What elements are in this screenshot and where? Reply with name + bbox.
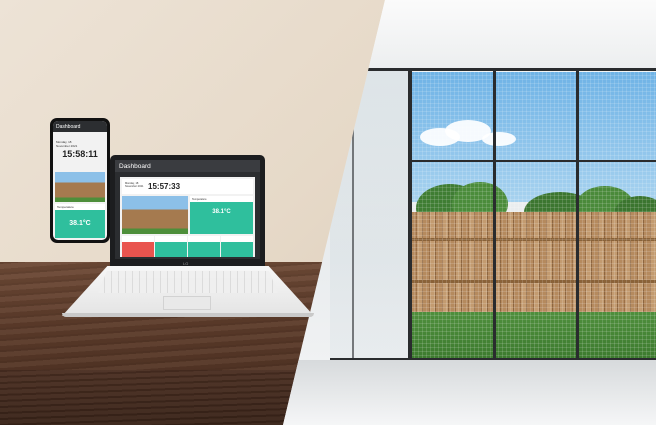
laptop-front-edge	[62, 313, 314, 317]
laptop-temperature-tile: Temperature 38.1°C	[190, 196, 253, 234]
office-floor	[283, 360, 656, 425]
phone-camera-feed	[55, 172, 105, 202]
laptop-touchpad	[163, 296, 211, 310]
laptop-clock-card: Monday, 18 November 2021 15:57:33	[122, 179, 253, 194]
phone-dashboard-title: Dashboard	[56, 123, 81, 130]
laptop-date: Monday, 18 November 2021	[125, 182, 147, 188]
phone-date-line2: November 2021	[56, 143, 78, 148]
phone-date: Monday, 18 November 2021	[56, 140, 78, 148]
laptop-camera-feed	[122, 196, 188, 234]
status-tile	[122, 236, 154, 257]
scene: Dashboard Monday, 18 November 2021 15:57…	[0, 0, 656, 425]
status-tile-ok	[155, 242, 187, 257]
window-transom	[410, 160, 656, 162]
laptop-temperature-label: Temperature	[190, 196, 253, 202]
laptop-title-bar: Dashboard	[115, 160, 260, 172]
laptop-status-tiles	[122, 236, 253, 257]
status-tile	[155, 236, 187, 257]
laptop-date-line2: November 2021	[125, 185, 144, 189]
smartphone: Dashboard Monday, 18 November 2021 15:58…	[50, 118, 110, 243]
status-tile	[221, 236, 253, 257]
window-mullion	[408, 68, 412, 362]
phone-clock-time: 15:58:11	[62, 149, 98, 159]
laptop-screen: Dashboard Monday, 18 November 2021 15:57…	[110, 155, 265, 267]
transparent-display-mesh	[410, 70, 656, 360]
status-tile	[188, 236, 220, 257]
laptop-temperature-value: 38.1°C	[212, 209, 231, 215]
phone-temperature-label: Temperature	[55, 204, 105, 210]
status-tile-alert	[122, 242, 154, 257]
window-mullion	[493, 68, 496, 362]
laptop-dashboard: Dashboard Monday, 18 November 2021 15:57…	[115, 160, 260, 259]
status-tile-ok	[188, 242, 220, 257]
status-tile-ok	[221, 242, 253, 257]
phone-title-bar: Dashboard	[53, 121, 107, 132]
laptop-dashboard-content: Monday, 18 November 2021 15:57:33 Temper…	[120, 177, 255, 257]
laptop-keyboard	[98, 271, 278, 293]
phone-temperature-tile: Temperature 38.1°C	[55, 204, 105, 238]
laptop-dashboard-title: Dashboard	[119, 162, 151, 170]
phone-temperature-value: 38.1°C	[69, 220, 91, 227]
window-mullion	[576, 68, 579, 362]
phone-dashboard: Dashboard Monday, 18 November 2021 15:58…	[53, 121, 107, 240]
laptop-clock-time: 15:57:33	[148, 182, 181, 191]
laptop-brand-logo: LG	[183, 261, 189, 266]
